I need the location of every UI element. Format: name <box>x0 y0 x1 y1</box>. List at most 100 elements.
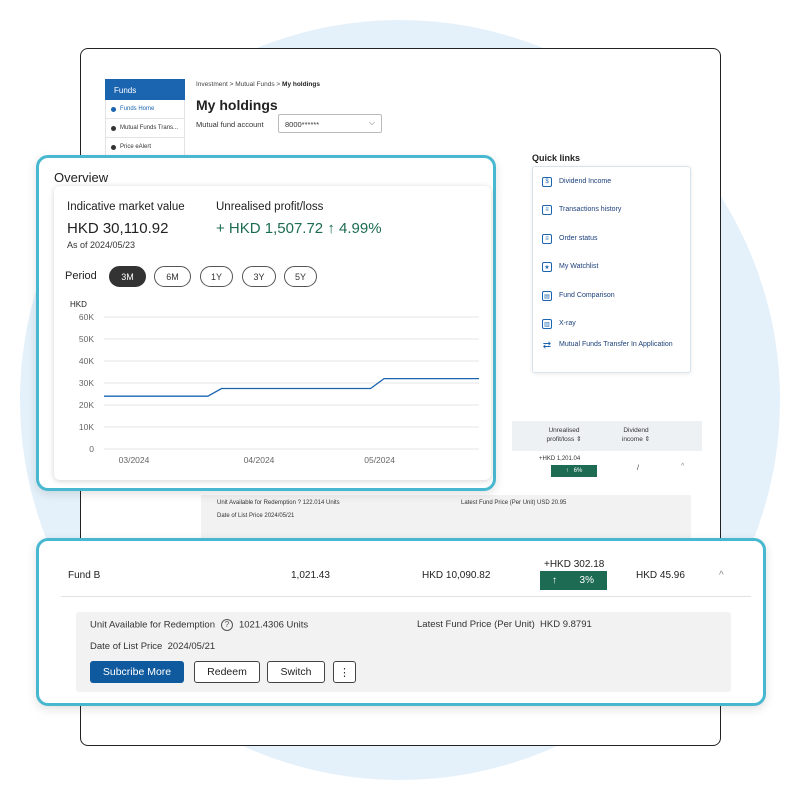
redeem-button[interactable]: Redeem <box>194 661 260 683</box>
period-button-3y[interactable]: 3Y <box>242 266 276 287</box>
chart-x-ticks: 03/2024 04/2024 05/2024 <box>119 455 396 465</box>
arrow-up-icon: ↑ <box>327 220 335 237</box>
fund-a-units-line: Unit Available for Redemption ? 122.014 … <box>217 500 340 506</box>
date-label: Date of List Price <box>217 513 263 519</box>
chart-y-tick-label: 30K <box>79 378 94 388</box>
quick-link-dividend-income[interactable]: $ Dividend Income <box>542 177 611 187</box>
bullet-icon <box>111 125 116 131</box>
arrow-up-icon: ↑ <box>565 468 569 474</box>
chart-y-axis-label: HKD <box>70 300 87 309</box>
fund-b-panel: Fund B 1,021.43 HKD 10,090.82 +HKD 302.1… <box>36 538 766 706</box>
chart-y-tick-label: 0 <box>89 444 94 454</box>
account-select[interactable]: 8000****** ⌵ <box>278 114 382 133</box>
market-value-label: Indicative market value <box>67 201 185 213</box>
profit-loss-label: Unrealised profit/loss <box>216 201 324 213</box>
chart-y-ticks: 0 10K 20K 30K 40K 50K 60K <box>79 312 94 454</box>
fund-b-gain-badge: ↑ 3% <box>540 571 607 590</box>
period-button-5y[interactable]: 5Y <box>284 266 317 287</box>
star-list-icon: ★ <box>542 262 552 272</box>
quick-links-card: $ Dividend Income ≡ Transactions history ≡… <box>532 166 691 373</box>
sidebar-item-label: Funds Home <box>120 106 155 112</box>
xray-chart-icon: ▥ <box>542 319 552 329</box>
period-label: Period <box>65 270 97 282</box>
funds-sidebar: Funds Funds Home Mutual Funds Trans... P… <box>105 79 185 157</box>
sort-icon: ⇕ <box>644 436 651 443</box>
chart-series-line <box>104 377 479 397</box>
column-header-unrealised[interactable]: Unrealised profit/loss ⇕ <box>540 426 588 444</box>
quick-link-label: Transactions history <box>559 206 622 213</box>
chart-y-tick-label: 50K <box>79 334 94 344</box>
quick-link-x-ray[interactable]: ▥ X-ray <box>542 319 576 329</box>
fund-b-detail: Unit Available for Redemption? 1021.4306 … <box>76 612 731 692</box>
more-options-icon[interactable]: ⋮ <box>333 661 356 683</box>
fund-a-gain-badge: ↑ 6% <box>551 465 597 477</box>
clipboard-icon: ≡ <box>542 234 552 244</box>
help-icon[interactable]: ? <box>220 619 233 631</box>
coins-icon: $ <box>542 177 552 187</box>
fund-a-detail: Unit Available for Redemption ? 122.014 … <box>201 495 691 541</box>
chart-x-tick-label: 04/2024 <box>244 455 275 465</box>
period-button-3m[interactable]: 3M <box>109 266 146 287</box>
quick-link-label: Dividend Income <box>559 178 612 185</box>
screenshot-stage: Funds Funds Home Mutual Funds Trans... P… <box>0 0 800 800</box>
breadcrumb: Investment > Mutual Funds > My holdings <box>196 81 320 88</box>
column-header-dividend[interactable]: Dividend income ⇕ <box>612 426 660 444</box>
fund-a-date-line: Date of List Price 2024/05/21 <box>217 513 294 519</box>
period-button-6m[interactable]: 6M <box>154 266 191 287</box>
price-label: Latest Fund Price (Per Unit) <box>417 619 535 630</box>
as-of-date: As of 2024/05/23 <box>67 240 136 250</box>
bullet-icon <box>111 144 116 150</box>
quick-link-transactions-history[interactable]: ≡ Transactions history <box>542 205 621 215</box>
chart-grid <box>104 316 479 450</box>
quick-link-label: Fund Comparison <box>559 292 615 299</box>
chart-y-tick-label: 10K <box>79 422 94 432</box>
chart-series <box>104 377 479 397</box>
units-available: 1021.4306 Units <box>238 619 309 631</box>
chart-y-tick-label: 40K <box>79 356 94 366</box>
chevron-up-icon[interactable]: ^ <box>681 463 684 470</box>
profit-loss-pct: 4.99% <box>339 220 382 237</box>
fund-b-gain-pct: 3% <box>579 575 594 586</box>
quick-link-order-status[interactable]: ≡ Order status <box>542 234 598 244</box>
chevron-up-icon[interactable]: ^ <box>719 570 724 581</box>
date-label: Date of List Price <box>90 641 163 652</box>
compare-icon: ▤ <box>542 291 552 301</box>
chart-y-tick-label: 20K <box>79 400 94 410</box>
fund-b-market-value: HKD 10,090.82 <box>422 570 491 581</box>
overview-card: Indicative market value HKD 30,110.92 As… <box>54 186 491 480</box>
subscribe-more-button[interactable]: Subcribe More <box>90 661 184 683</box>
price-label: Latest Fund Price (Per Unit) <box>461 500 536 506</box>
quick-link-label: Order status <box>559 235 598 242</box>
market-value: HKD 30,110.92 <box>67 220 169 237</box>
fund-a-price-line: Latest Fund Price (Per Unit) USD 20.95 <box>461 500 566 506</box>
sidebar-title: Funds <box>105 79 185 100</box>
account-label: Mutual fund account <box>196 120 264 129</box>
quick-link-my-watchlist[interactable]: ★ My Watchlist <box>542 262 598 272</box>
holdings-table-header: Unrealised profit/loss ⇕ Dividend income… <box>512 421 702 451</box>
period-button-1y[interactable]: 1Y <box>200 266 233 287</box>
fund-b-dividend: HKD 45.96 <box>636 570 685 581</box>
units-label: Unit Available for Redemption <box>217 500 296 506</box>
units-label: Unit Available for Redemption <box>90 619 215 631</box>
fund-b-units: 1,021.43 <box>291 570 330 581</box>
sidebar-item-label: Mutual Funds Trans... <box>120 125 179 131</box>
help-icon[interactable]: ? <box>298 500 301 506</box>
breadcrumb-investment[interactable]: Investment <box>196 81 228 88</box>
chart-y-tick-label: 60K <box>79 312 94 322</box>
sidebar-item-transfer[interactable]: Mutual Funds Trans... <box>105 119 185 138</box>
quick-link-transfer-in[interactable]: ⇄ Mutual Funds Transfer In Application <box>542 340 682 351</box>
quick-link-label: Mutual Funds Transfer In Application <box>559 341 673 348</box>
fund-b-name[interactable]: Fund B <box>68 570 100 581</box>
fund-b-units-line: Unit Available for Redemption? 1021.4306 … <box>90 619 308 631</box>
profit-loss-line: + HKD 1,507.72 ↑ 4.99% <box>216 220 382 237</box>
row-divider <box>61 596 751 597</box>
chevron-down-icon: ⌵ <box>368 118 375 127</box>
breadcrumb-current: My holdings <box>282 81 320 88</box>
fund-a-gain-pct: 6% <box>573 468 583 474</box>
date-value: 2024/05/21 <box>167 641 216 652</box>
quick-link-fund-comparison[interactable]: ▤ Fund Comparison <box>542 291 615 301</box>
switch-button[interactable]: Switch <box>267 661 325 683</box>
breadcrumb-mutual-funds[interactable]: Mutual Funds <box>235 81 274 88</box>
sidebar-item-funds-home[interactable]: Funds Home <box>105 100 185 119</box>
quick-link-label: My Watchlist <box>559 263 599 270</box>
